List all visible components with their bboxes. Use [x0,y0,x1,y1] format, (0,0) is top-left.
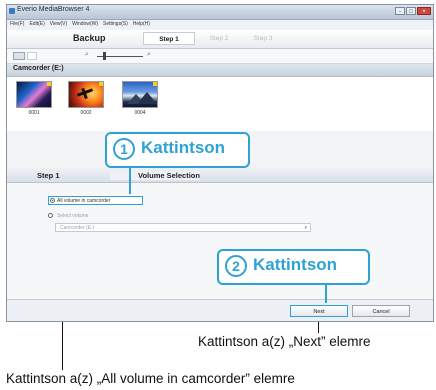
callout-2: 2 Kattintson [217,249,370,285]
mode-title: Backup [73,33,106,43]
callout-1: 1 Kattintson [105,132,250,168]
callout-pointer [325,283,327,303]
thumbnail-0001[interactable] [16,81,52,108]
menu-settings[interactable]: Settings(S) [103,20,128,29]
chevron-down-icon: ▾ [304,225,307,231]
source-header: Camcorder (E:) [7,64,433,77]
callout-2-number: 2 [225,255,247,277]
maximize-button[interactable]: □ [406,7,416,15]
minimize-button[interactable]: - [395,7,405,15]
callout-1-text: Kattintson [141,138,226,157]
volume-selection-title: Volume Selection [110,171,200,180]
toolbar: ⌕ ⌕ [7,49,433,64]
title-bar: Everio MediaBrowser 4 - □ × [7,5,433,20]
thumbnail-label: 0004 [134,110,146,116]
source-label: Camcorder (E:) [13,65,64,72]
volume-dropdown[interactable]: Camcorder (E:) ▾ [55,223,311,232]
menu-window[interactable]: Window(W) [72,20,98,29]
radio-select-volume[interactable] [48,213,53,218]
star-icon [47,82,51,86]
thumbnail-label: 0002 [80,110,92,116]
star-icon [153,82,157,86]
thumbnail-0002[interactable] [68,81,104,108]
steps-header: Backup Step 1 Step 2 Step 3 [7,30,433,49]
cancel-button[interactable]: Cancel [352,305,410,317]
menu-view[interactable]: View(V) [50,20,67,29]
close-button[interactable]: × [417,7,431,15]
menu-help[interactable]: Help(H) [133,20,150,29]
tab-step-1[interactable]: Step 1 [143,32,195,45]
caption-leader-line [62,322,63,370]
next-button[interactable]: Next [290,305,348,317]
menu-edit[interactable]: Edit(E) [29,20,44,29]
menu-bar: File(F) Edit(E) View(V) Window(W) Settin… [7,20,433,29]
caption-leader-line [318,322,319,333]
option-select-volume-label: Select volume [57,213,89,219]
app-icon [9,8,15,14]
bottom-bar: Next Cancel [7,299,433,321]
dropdown-value: Camcorder (E:) [60,225,95,231]
option-all-volume[interactable]: All volume in camcorder [48,196,143,205]
thumbnail-area: 0001 0002 0004 [7,77,433,131]
zoom-in-icon[interactable]: ⌕ [147,51,151,59]
tab-step-2: Step 2 [209,35,229,42]
step-label: Step 1 [37,171,60,180]
window-title: Everio MediaBrowser 4 [17,6,90,13]
thumbnail-0004[interactable] [122,81,158,108]
callout-pointer [129,166,131,194]
step-panel-header: Step 1 Volume Selection [7,168,433,183]
thumbnail-label: 0001 [28,110,40,116]
application-window: Everio MediaBrowser 4 - □ × File(F) Edit… [6,4,434,322]
callout-1-number: 1 [113,138,135,160]
radio-all-volume[interactable] [50,198,55,203]
list-view-icon[interactable] [27,52,37,60]
mountain-shape [137,92,157,104]
tab-step-3: Step 3 [253,35,273,42]
star-icon [99,82,103,86]
caption-next: Kattintson a(z) „Next” elemre [198,334,371,349]
callout-2-text: Kattintson [253,255,338,274]
thumbnail-view-icon[interactable] [13,52,25,60]
zoom-slider-handle[interactable] [103,52,106,60]
option-all-volume-label: All volume in camcorder [57,198,111,204]
menu-file[interactable]: File(F) [10,20,24,29]
window-controls: - □ × [395,7,431,15]
zoom-out-icon[interactable]: ⌕ [85,51,89,59]
caption-all-volume: Kattintson a(z) „All volume in camcorder… [6,371,295,386]
